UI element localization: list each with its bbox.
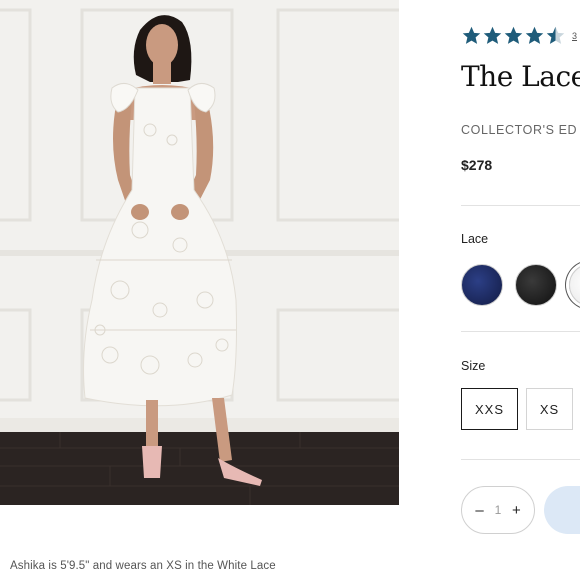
- star-half-icon: [546, 26, 565, 44]
- review-count-link[interactable]: 3: [572, 31, 577, 41]
- product-rating[interactable]: 3: [461, 25, 577, 46]
- quantity-value[interactable]: 1: [495, 503, 502, 517]
- swatch-navy[interactable]: [461, 264, 503, 306]
- product-price: $278: [461, 157, 493, 173]
- product-title: The Lace: [461, 60, 580, 93]
- star-full-icon: [525, 26, 544, 44]
- collection-label: COLLECTOR'S ED: [461, 123, 578, 137]
- quantity-increase-button[interactable]: +: [508, 502, 524, 519]
- size-button-xxs[interactable]: XXS: [461, 388, 518, 430]
- quantity-decrease-button[interactable]: –: [472, 502, 488, 519]
- photo-caption: Ashika is 5'9.5" and wears an XS in the …: [10, 560, 276, 572]
- size-option-label: Size: [461, 359, 486, 373]
- add-to-bag-button[interactable]: [544, 486, 580, 534]
- size-button-xs[interactable]: XS: [526, 388, 573, 430]
- swatch-white[interactable]: [569, 264, 580, 306]
- star-full-icon: [483, 26, 502, 44]
- product-details-panel: 3 The Lace COLLECTOR'S ED $278 Lace Size…: [399, 0, 580, 580]
- product-photo[interactable]: [0, 0, 399, 505]
- quantity-stepper: – 1 +: [461, 486, 535, 534]
- star-full-icon: [462, 26, 481, 44]
- divider: [461, 459, 580, 460]
- swatch-black[interactable]: [515, 264, 557, 306]
- model-image: [0, 0, 399, 505]
- divider: [461, 205, 580, 206]
- color-option-label: Lace: [461, 232, 489, 246]
- star-full-icon: [504, 26, 523, 44]
- divider: [461, 331, 580, 332]
